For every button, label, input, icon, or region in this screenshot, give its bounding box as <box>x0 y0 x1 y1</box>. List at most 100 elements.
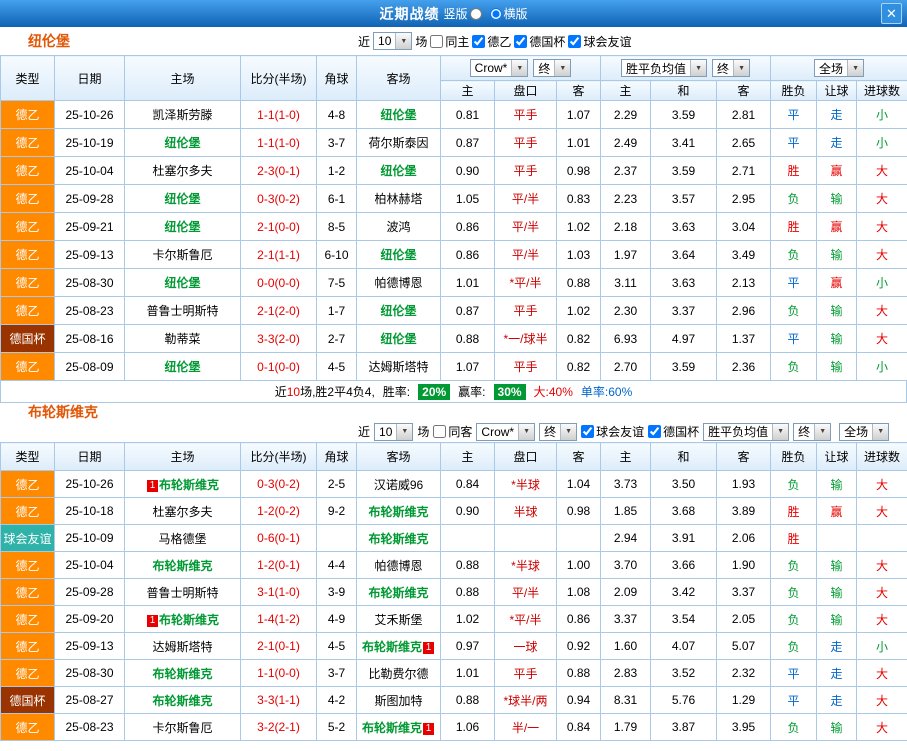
avg-odds-dropdown[interactable]: 胜平负均值 ▼ <box>621 59 708 77</box>
odds-cell: 0.87 <box>440 296 495 325</box>
avg-cell: 3.87 <box>650 713 717 741</box>
league-cup-checkbox[interactable] <box>514 34 528 48</box>
avg-cell: 3.54 <box>650 605 717 633</box>
col-avg-away: 客 <box>716 442 771 471</box>
match-row: 德乙 25-08-30 布轮斯维克 1-1(0-0) 3-7 比勒费尔德 1.01 平手 0.8… <box>0 659 907 687</box>
result-cell: 输 <box>816 324 858 353</box>
odds-cell: *平/半 <box>494 605 557 633</box>
odds-cell: 1.00 <box>556 551 601 579</box>
away-team-cell: 纽伦堡 <box>356 240 441 269</box>
match-row: 德乙 25-10-19 纽伦堡 1-1(1-0) 3-7 荷尔斯泰因 0.87 平手 1.01 2… <box>0 128 907 157</box>
odds-cell: 0.88 <box>555 268 602 297</box>
avg-cell: 3.50 <box>650 470 717 498</box>
close-button[interactable]: ✕ <box>881 3 902 24</box>
odds-cell: 半球 <box>494 497 557 525</box>
team-name: 布轮斯维克 <box>152 693 213 708</box>
score-cell: 0-6(0-1) <box>240 524 317 552</box>
date-cell: 25-10-18 <box>54 497 125 525</box>
odds-cell: 0.82 <box>555 324 602 353</box>
league-friendly-checkbox[interactable] <box>568 34 582 48</box>
odds-cell: 平/半 <box>494 184 557 213</box>
result-cell: 负 <box>770 578 817 606</box>
col-avg-home: 主 <box>600 442 651 471</box>
team-name: 布轮斯维克 <box>158 477 219 492</box>
big-rate: 大:40% <box>533 385 573 399</box>
date-cell: 25-10-26 <box>54 470 125 498</box>
odds-final-dropdown[interactable]: 终 ▼ <box>533 59 572 77</box>
away-team-cell: 斯图加特 <box>356 686 441 714</box>
team-name: 达姆斯塔特 <box>152 639 213 654</box>
avg-cell: 2.36 <box>716 352 772 381</box>
scope-dropdown[interactable]: 全场 ▼ <box>814 59 865 77</box>
col-date: 日期 <box>54 55 125 101</box>
score-cell: 1-1(1-0) <box>240 100 317 129</box>
home-team-cell: 纽伦堡 <box>124 184 241 213</box>
filter-league-friendly[interactable]: 球会友谊 <box>568 33 631 50</box>
team1-filters: 近 10 ▼ 场 同主 德乙 德国杯 球会友谊 <box>358 32 631 50</box>
filter-same-home[interactable]: 同主 <box>430 33 469 50</box>
match-row: 德乙 25-10-26 凯泽斯劳滕 1-1(1-0) 4-8 纽伦堡 0.81 平手 1.07 2… <box>0 100 907 129</box>
league-de2-checkbox[interactable] <box>472 34 486 48</box>
avg-cell: 3.66 <box>650 551 717 579</box>
avg-cell: 2.49 <box>600 128 652 157</box>
date-cell: 25-08-30 <box>54 659 125 687</box>
team-name: 杜塞尔多夫 <box>152 164 213 178</box>
league-friendly-label: 球会友谊 <box>596 425 645 439</box>
recent-count-dropdown[interactable]: 10 ▼ <box>373 32 413 50</box>
odds-cell: 0.98 <box>556 497 601 525</box>
red-card-badge: 1 <box>146 479 158 492</box>
avg-odds-dropdown[interactable]: 胜平负均值 ▼ <box>703 422 790 441</box>
same-home-checkbox[interactable] <box>430 34 444 48</box>
col-corner: 角球 <box>316 442 357 471</box>
layout-option-horizontal[interactable]: 横版 <box>488 5 528 22</box>
avg-cell: 2.83 <box>600 659 651 687</box>
league-cell: 德乙 <box>0 128 55 157</box>
avg-cell: 3.59 <box>650 352 718 381</box>
result-cell: 负 <box>770 296 818 325</box>
avg-final-dropdown[interactable]: 终 ▼ <box>793 422 832 441</box>
avg-cell: 3.73 <box>600 470 651 498</box>
filter-league-de2[interactable]: 德乙 <box>472 33 511 50</box>
odds-cell: 平/半 <box>494 240 557 269</box>
filter-league-cup[interactable]: 德国杯 <box>648 423 699 440</box>
recent-count-dropdown[interactable]: 10 ▼ <box>374 422 414 441</box>
corner-cell: 6-1 <box>316 184 357 213</box>
result-cell: 走 <box>816 632 857 660</box>
result-cell: 负 <box>770 713 817 741</box>
team-name: 杜塞尔多夫 <box>152 504 213 519</box>
layout-vertical-radio[interactable] <box>469 7 482 20</box>
scope-dropdown[interactable]: 全场 ▼ <box>839 422 890 441</box>
away-team-cell: 帕德博恩 <box>356 551 441 579</box>
result-cell: 负 <box>770 632 817 660</box>
away-team-cell: 比勒费尔德 <box>356 659 441 687</box>
match-row: 德国杯 25-08-16 勒蒂菜 3-3(2-0) 2-7 纽伦堡 0.88 *一/球半 0.8… <box>0 324 907 353</box>
league-cup-checkbox[interactable] <box>648 425 662 438</box>
odds-source-dropdown[interactable]: Crow* ▼ <box>469 59 529 77</box>
avg-cell: 3.37 <box>600 605 651 633</box>
filter-same-away[interactable]: 同客 <box>433 423 472 440</box>
chevron-down-icon: ▼ <box>814 423 831 440</box>
corner-cell: 1-7 <box>316 296 357 325</box>
filter-league-friendly[interactable]: 球会友谊 <box>581 423 644 440</box>
chevron-down-icon: ▼ <box>511 60 528 76</box>
result-cell: 大 <box>856 578 907 606</box>
avg-cell: 1.29 <box>716 686 771 714</box>
layout-horizontal-radio[interactable] <box>489 7 502 20</box>
away-team-cell: 布轮斯维克 <box>356 578 441 606</box>
league-friendly-checkbox[interactable] <box>581 425 595 438</box>
result-cell: 大 <box>856 212 907 241</box>
filter-league-cup[interactable]: 德国杯 <box>514 33 565 50</box>
odds-cell: 平/半 <box>494 578 557 606</box>
date-cell: 25-09-28 <box>54 184 125 213</box>
league-de2-label: 德乙 <box>487 34 512 49</box>
layout-option-vertical[interactable]: 竖版 <box>443 5 483 22</box>
avg-final-dropdown[interactable]: 终 ▼ <box>712 59 751 77</box>
same-away-checkbox[interactable] <box>433 425 447 438</box>
odds-source-dropdown[interactable]: Crow* ▼ <box>476 422 536 441</box>
handicap-rate-badge: 30% <box>493 383 526 400</box>
chevron-down-icon: ▼ <box>518 423 535 440</box>
odds-final-dropdown[interactable]: 终 ▼ <box>539 422 578 441</box>
team-name: 布轮斯维克 <box>368 585 429 600</box>
avg-group-header: 胜平负均值 ▼ 终 ▼ <box>600 55 772 81</box>
avg-cell: 2.96 <box>716 296 772 325</box>
